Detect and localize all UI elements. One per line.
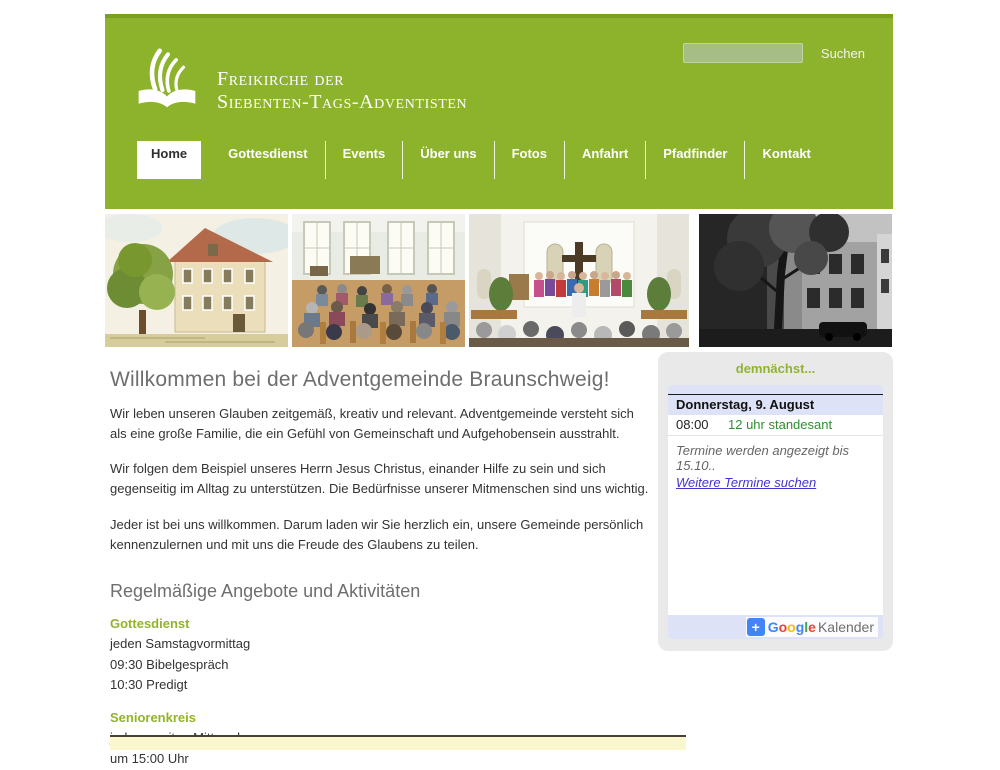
notice-bar <box>110 735 686 750</box>
google-letter: o <box>787 619 796 635</box>
photo-choir-in-church <box>469 214 689 347</box>
calendar-notice: Termine werden angezeigt bis 15.10.. <box>668 436 883 473</box>
calendar-footer: + G o o g l e Kalender <box>668 615 883 639</box>
google-calendar-widget: Donnerstag, 9. August 08:00 12 uhr stand… <box>668 385 883 639</box>
google-letter: G <box>768 619 779 635</box>
intro-paragraph-1: Wir leben unseren Glauben zeitgemäß, kre… <box>110 404 650 444</box>
logo-line-1: Freikirche der <box>217 68 467 91</box>
upcoming-events-widget: demnächst... Donnerstag, 9. August 08:00… <box>658 352 893 651</box>
page-title: Willkommen bei der Adventgemeinde Brauns… <box>110 368 650 392</box>
calendar-body: 08:00 12 uhr standesant Termine werden a… <box>668 415 883 615</box>
photo-congregation-in-hall <box>292 214 465 347</box>
activity-line: 10:30 Predigt <box>110 675 650 696</box>
page-container: Freikirche der Siebenten-Tags-Adventiste… <box>105 14 893 770</box>
google-letter: e <box>808 619 816 635</box>
calendar-event-row: 08:00 12 uhr standesant <box>668 415 883 436</box>
sidebar: demnächst... Donnerstag, 9. August 08:00… <box>658 352 893 651</box>
plus-icon: + <box>747 618 765 636</box>
section-title: Regelmäßige Angebote und Aktivitäten <box>110 581 650 602</box>
google-logo: G o o g l e <box>768 619 816 635</box>
nav-tab-fotos[interactable]: Fotos <box>495 141 565 179</box>
calendar-date-header: Donnerstag, 9. August <box>668 394 883 415</box>
search-button[interactable]: Suchen <box>815 45 871 62</box>
google-letter: o <box>779 619 788 635</box>
adventist-flame-book-icon <box>135 46 199 114</box>
main-column: Willkommen bei der Adventgemeinde Brauns… <box>105 352 650 770</box>
nav-tab-home[interactable]: Home <box>137 141 201 179</box>
logo-line-2: Siebenten-Tags-Adventisten <box>217 91 467 114</box>
site-header: Freikirche der Siebenten-Tags-Adventiste… <box>105 14 893 209</box>
google-calendar-button[interactable]: + G o o g l e Kalender <box>746 617 878 637</box>
photo-watercolor-church-house <box>105 214 288 347</box>
site-logo: Freikirche der Siebenten-Tags-Adventiste… <box>135 46 467 114</box>
nav-tab-pfadfinder[interactable]: Pfadfinder <box>646 141 745 179</box>
nav-tab-ueber-uns[interactable]: Über uns <box>403 141 494 179</box>
nav-tab-events[interactable]: Events <box>326 141 404 179</box>
content-area: Willkommen bei der Adventgemeinde Brauns… <box>105 352 893 770</box>
nav-tab-anfahrt[interactable]: Anfahrt <box>565 141 646 179</box>
widget-title: demnächst... <box>668 361 883 376</box>
search-area: Suchen <box>683 43 871 63</box>
main-navigation: Home Gottesdienst Events Über uns Fotos … <box>137 141 828 179</box>
photo-strip <box>105 214 893 347</box>
activity-name: Seniorenkreis <box>110 710 650 725</box>
activity-line: 09:30 Bibelgespräch <box>110 655 650 676</box>
logo-wordmark: Freikirche der Siebenten-Tags-Adventiste… <box>217 68 467 114</box>
activity-gottesdienst: Gottesdienst jeden Samstagvormittag 09:3… <box>110 616 650 696</box>
intro-paragraph-3: Jeder ist bei uns willkommen. Darum lade… <box>110 515 650 555</box>
event-time: 08:00 <box>676 417 728 432</box>
google-letter: g <box>796 619 805 635</box>
kalender-label: Kalender <box>818 619 874 635</box>
intro-paragraph-2: Wir folgen dem Beispiel unseres Herrn Je… <box>110 459 650 499</box>
event-title-link[interactable]: 12 uhr standesant <box>728 417 832 432</box>
nav-tab-gottesdienst[interactable]: Gottesdienst <box>211 141 325 179</box>
search-input[interactable] <box>683 43 803 63</box>
nav-tab-kontakt[interactable]: Kontakt <box>745 141 827 179</box>
photo-black-white-building <box>699 214 892 347</box>
activity-name: Gottesdienst <box>110 616 650 631</box>
activity-line: jeden Samstagvormittag <box>110 634 650 655</box>
more-events-link[interactable]: Weitere Termine suchen <box>676 475 816 490</box>
activity-line: um 15:00 Uhr <box>110 749 650 770</box>
